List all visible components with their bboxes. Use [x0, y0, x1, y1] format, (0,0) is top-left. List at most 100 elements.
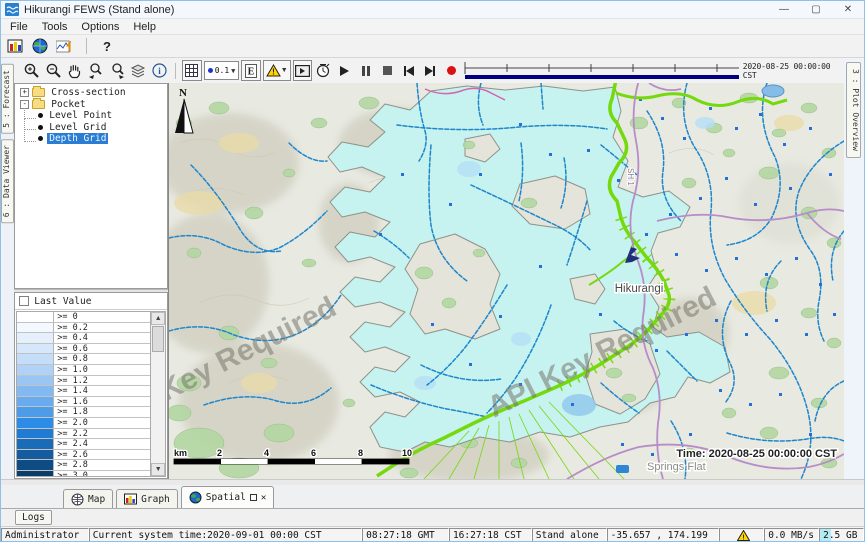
- legend-panel: Last Value >= 0>= 0.2>= 0.4>= 0.6>= 0.8>…: [14, 292, 168, 479]
- status-coordinates: -35.657 , 174.199: [607, 528, 720, 542]
- animation-interval-icon[interactable]: [314, 60, 333, 81]
- logs-button[interactable]: Logs: [15, 510, 52, 525]
- restore-view-icon[interactable]: [250, 494, 257, 501]
- legend-label: >= 0.8: [54, 354, 165, 364]
- timeseries-icon[interactable]: [56, 38, 74, 54]
- pan-hand-icon[interactable]: [65, 60, 84, 81]
- menu-file[interactable]: File: [3, 21, 35, 33]
- svg-text:N: N: [179, 87, 187, 99]
- svg-text:2: 2: [217, 448, 222, 458]
- legend-scrollbar[interactable]: ▲ ▼: [150, 312, 165, 476]
- maximize-button[interactable]: ▢: [800, 1, 832, 18]
- map-toolbar: i 0.1 ▼ E ! ▼: [14, 58, 843, 83]
- legend-label: >= 1.6: [54, 397, 165, 407]
- spatial-display-icon[interactable]: [32, 38, 48, 54]
- last-value-checkbox[interactable]: [19, 296, 29, 306]
- stop-button[interactable]: [378, 60, 397, 81]
- grid-toggle-icon[interactable]: [182, 60, 201, 81]
- legend-label: >= 1.8: [54, 407, 165, 417]
- scroll-down-icon[interactable]: ▼: [151, 463, 165, 476]
- map-tab-icon: [71, 493, 84, 506]
- play-button[interactable]: [335, 60, 354, 81]
- town-label: Hikurangi: [615, 283, 664, 295]
- right-tab-strip: 3 : Plot Overview: [843, 58, 864, 479]
- tree-expander[interactable]: +: [20, 88, 29, 97]
- warning-icon: !: [737, 530, 750, 541]
- map-canvas[interactable]: Hikurangi Springs Flat SH 1 API Key Requ…: [169, 83, 844, 479]
- skip-start-button[interactable]: [399, 60, 418, 81]
- zoom-previous-icon[interactable]: [86, 60, 105, 81]
- close-button[interactable]: ✕: [832, 1, 864, 18]
- legend-row: >= 2.0: [17, 418, 165, 429]
- legend-swatch: [17, 439, 54, 449]
- legend-row: >= 2.6: [17, 450, 165, 461]
- legend-swatch: [17, 323, 54, 333]
- tab-graph[interactable]: Graph: [116, 489, 178, 508]
- graph-tab-icon: [124, 493, 137, 505]
- zoom-next-icon[interactable]: [107, 60, 126, 81]
- legend-label: >= 0: [54, 312, 165, 322]
- info-icon[interactable]: i: [150, 60, 169, 81]
- time-span-bar: [465, 75, 739, 79]
- warning-dropdown[interactable]: ! ▼: [263, 60, 291, 81]
- legend-label: >= 1.2: [54, 376, 165, 386]
- tree-item-label: Level Grid: [47, 122, 108, 133]
- layers-icon[interactable]: [129, 60, 148, 81]
- status-warning-cell[interactable]: !: [719, 528, 764, 542]
- label-toggle-icon[interactable]: E: [241, 60, 260, 81]
- legend-swatch: [17, 312, 54, 322]
- app-window: Hikurangi FEWS (Stand alone) — ▢ ✕ File …: [0, 0, 865, 542]
- time-slider[interactable]: [463, 61, 739, 80]
- legend-row: >= 1.4: [17, 386, 165, 397]
- legend-swatch: [17, 354, 54, 364]
- tree-connector: [24, 131, 36, 142]
- menu-help[interactable]: Help: [126, 21, 163, 33]
- tab-forecast[interactable]: 5 : Forecast: [1, 64, 14, 134]
- title-bar: Hikurangi FEWS (Stand alone) — ▢ ✕: [1, 1, 864, 19]
- scroll-thumb[interactable]: [152, 326, 164, 352]
- help-button[interactable]: ?: [99, 39, 115, 54]
- tab-map[interactable]: Map: [63, 489, 113, 508]
- movie-player-icon[interactable]: [293, 60, 312, 81]
- skip-end-button[interactable]: [421, 60, 440, 81]
- tab-spatial[interactable]: Spatial ✕: [181, 486, 274, 508]
- tree-item-depth-grid[interactable]: Depth Grid: [18, 133, 167, 145]
- svg-text:i: i: [158, 66, 161, 76]
- legend-row: >= 0: [17, 312, 165, 323]
- tab-data-viewer[interactable]: 6 : Data Viewer: [1, 139, 14, 223]
- menu-tools[interactable]: Tools: [35, 21, 75, 33]
- tab-plot-overview[interactable]: 3 : Plot Overview: [846, 62, 861, 158]
- legend-row: >= 1.2: [17, 376, 165, 387]
- bullet-icon: [38, 113, 43, 118]
- map-time-label: Time: 2020-08-25 00:00:00 CST: [677, 448, 838, 460]
- zoom-out-icon[interactable]: [44, 60, 63, 81]
- legend-label: >= 0.2: [54, 323, 165, 333]
- legend-row: >= 2.4: [17, 439, 165, 450]
- map-view[interactable]: Hikurangi Springs Flat SH 1 API Key Requ…: [168, 83, 843, 479]
- minimize-button[interactable]: —: [768, 1, 800, 18]
- legend-row: >= 1.8: [17, 407, 165, 418]
- logs-row: Logs: [1, 508, 864, 526]
- tree-item-label: Level Point: [47, 110, 114, 121]
- scroll-up-icon[interactable]: ▲: [151, 312, 165, 325]
- tree-item-level-point[interactable]: Level Point: [18, 110, 167, 122]
- chevron-down-icon: ▼: [231, 67, 235, 75]
- legend-label: >= 1.4: [54, 386, 165, 396]
- svg-text:8: 8: [358, 448, 363, 458]
- tree-item-pocket[interactable]: -Pocket: [18, 99, 167, 111]
- zoom-in-icon[interactable]: [22, 60, 41, 81]
- flat-label: Springs Flat: [647, 461, 706, 473]
- status-system-time: Current system time:2020-09-01 00:00 CST: [89, 528, 362, 542]
- legend-label: >= 0.6: [54, 344, 165, 354]
- record-button[interactable]: [442, 60, 461, 81]
- close-view-icon[interactable]: ✕: [261, 493, 266, 503]
- tab-map-label: Map: [88, 494, 105, 505]
- data-viewer-icon[interactable]: [7, 38, 24, 54]
- menu-options[interactable]: Options: [74, 21, 126, 33]
- legend-swatch: [17, 386, 54, 396]
- folder-icon: [32, 88, 45, 97]
- contour-threshold-dropdown[interactable]: 0.1 ▼: [204, 61, 240, 80]
- pause-button[interactable]: [357, 60, 376, 81]
- tree-item-level-grid[interactable]: Level Grid: [18, 122, 167, 134]
- legend-row: >= 1.6: [17, 397, 165, 408]
